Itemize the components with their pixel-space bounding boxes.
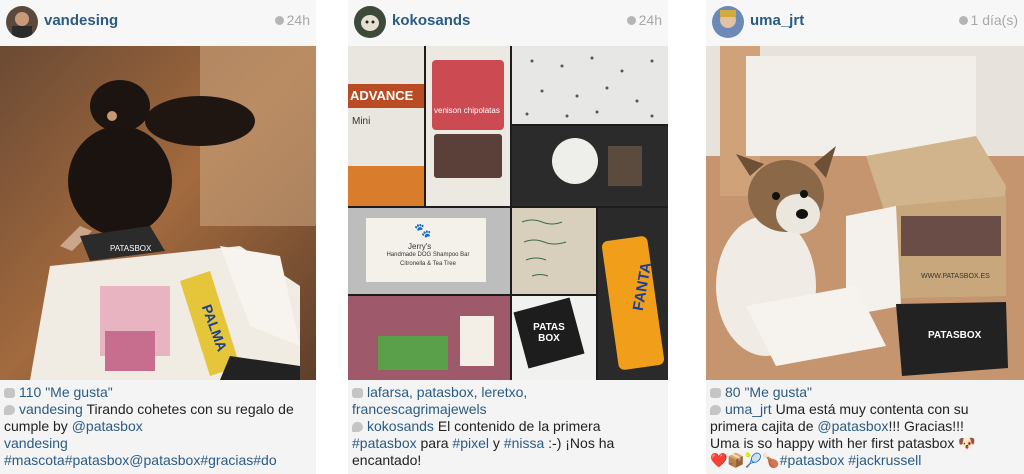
collage-card (512, 208, 596, 294)
caption-line: kokosands El contenido de la primera (352, 418, 664, 435)
heart-icon (352, 388, 363, 398)
caption-line-2: primera cajita de @patasbox!!! Gracias!!… (710, 418, 964, 434)
avatar[interactable] (6, 6, 38, 38)
post-photo[interactable]: WWW.PATASBOX.ES PATASBOX (706, 46, 1024, 380)
collage-fanta: FANTA (598, 208, 668, 380)
collage-soap: 🐾 Jerry's Handmade DOG Shampoo Bar Citro… (348, 208, 510, 294)
mention-link[interactable]: @patasbox (72, 418, 143, 434)
collage-brand-box: PATAS BOX (512, 296, 596, 380)
caption-line-2: cumple by @patasbox (4, 418, 143, 434)
post-header: kokosands 24h (348, 0, 668, 46)
avatar[interactable] (712, 6, 744, 38)
username[interactable]: kokosands (392, 12, 470, 29)
caption-line-3: Uma is so happy with her first patasbox … (710, 435, 976, 451)
likers-line-2[interactable]: francescagrimajewels (352, 401, 664, 418)
post-header: uma_jrt 1 día(s) (706, 0, 1024, 46)
box-label: PATASBOX (110, 244, 152, 253)
username[interactable]: vandesing (44, 12, 118, 29)
box-url: WWW.PATASBOX.ES (921, 273, 990, 280)
post-body: lafarsa, patasbox, leretxo, francescagri… (348, 384, 668, 469)
collage-fabric (512, 46, 668, 124)
paw-icon: 🐾 (414, 222, 432, 238)
post-photo[interactable]: PATASBOX PALMA (0, 46, 316, 380)
username[interactable]: uma_jrt (750, 12, 804, 29)
caption-username[interactable]: vandesing (19, 401, 83, 417)
heart-icon (710, 388, 721, 398)
likers-line[interactable]: lafarsa, patasbox, leretxo, (352, 384, 664, 401)
caption-line: vandesing Tirando cohetes con su regalo … (4, 401, 312, 418)
comment-icon (352, 422, 363, 432)
post-card-vandesing: vandesing 24h PATASBOX PALMA 110 "Me gus… (0, 0, 316, 474)
post-body: 80 "Me gusta" uma_jrt Uma está muy conte… (706, 384, 1024, 469)
timestamp: 24h (626, 12, 662, 28)
collage-treats: venison chipolatas (426, 46, 510, 206)
comment-user[interactable]: vandesing (4, 435, 312, 452)
likes-line[interactable]: 80 "Me gusta" (710, 384, 1020, 401)
collage-food-bag: ADVANCE Mini (348, 46, 424, 206)
caption-line-3: encantado! (352, 452, 422, 468)
caption-username[interactable]: uma_jrt (725, 401, 772, 417)
timestamp: 1 día(s) (958, 12, 1018, 28)
collage-tag (512, 126, 668, 206)
comment-icon (4, 405, 15, 415)
clock-icon (274, 16, 284, 25)
collage-bowtie (348, 296, 510, 380)
clock-icon (958, 16, 968, 25)
post-header: vandesing 24h (0, 0, 316, 46)
caption-line: uma_jrt Uma está muy contenta con su (710, 401, 1020, 418)
avatar[interactable] (354, 6, 386, 38)
caption-line-2: #patasbox para #pixel y #nissa :-) ¡Nos … (352, 435, 615, 451)
clock-icon (626, 16, 636, 25)
post-photo-collage[interactable]: ADVANCE Mini venison chipolatas 🐾 Jerry'… (348, 46, 668, 380)
caption-username[interactable]: kokosands (367, 418, 434, 434)
mention-link[interactable]: @patasbox (817, 418, 888, 434)
comment-icon (710, 405, 721, 415)
emoji-string: ❤️📦🎾🍗 (710, 452, 780, 468)
comment-line: ❤️📦🎾🍗#patasbox #jackrussell (710, 452, 922, 468)
likes-line[interactable]: 110 "Me gusta" (4, 384, 312, 401)
post-card-uma_jrt: uma_jrt 1 día(s) WWW.PATASBOX.ES PATASBO… (706, 0, 1024, 474)
comment-hashtags[interactable]: #mascota#patasbox@patasbox#gracias#do (4, 452, 312, 469)
post-card-kokosands: kokosands 24h ADVANCE Mini venison chipo… (348, 0, 668, 474)
post-body: 110 "Me gusta" vandesing Tirando cohetes… (0, 384, 316, 469)
heart-icon (4, 388, 15, 398)
box-label: PATASBOX (928, 330, 982, 341)
timestamp: 24h (274, 12, 310, 28)
